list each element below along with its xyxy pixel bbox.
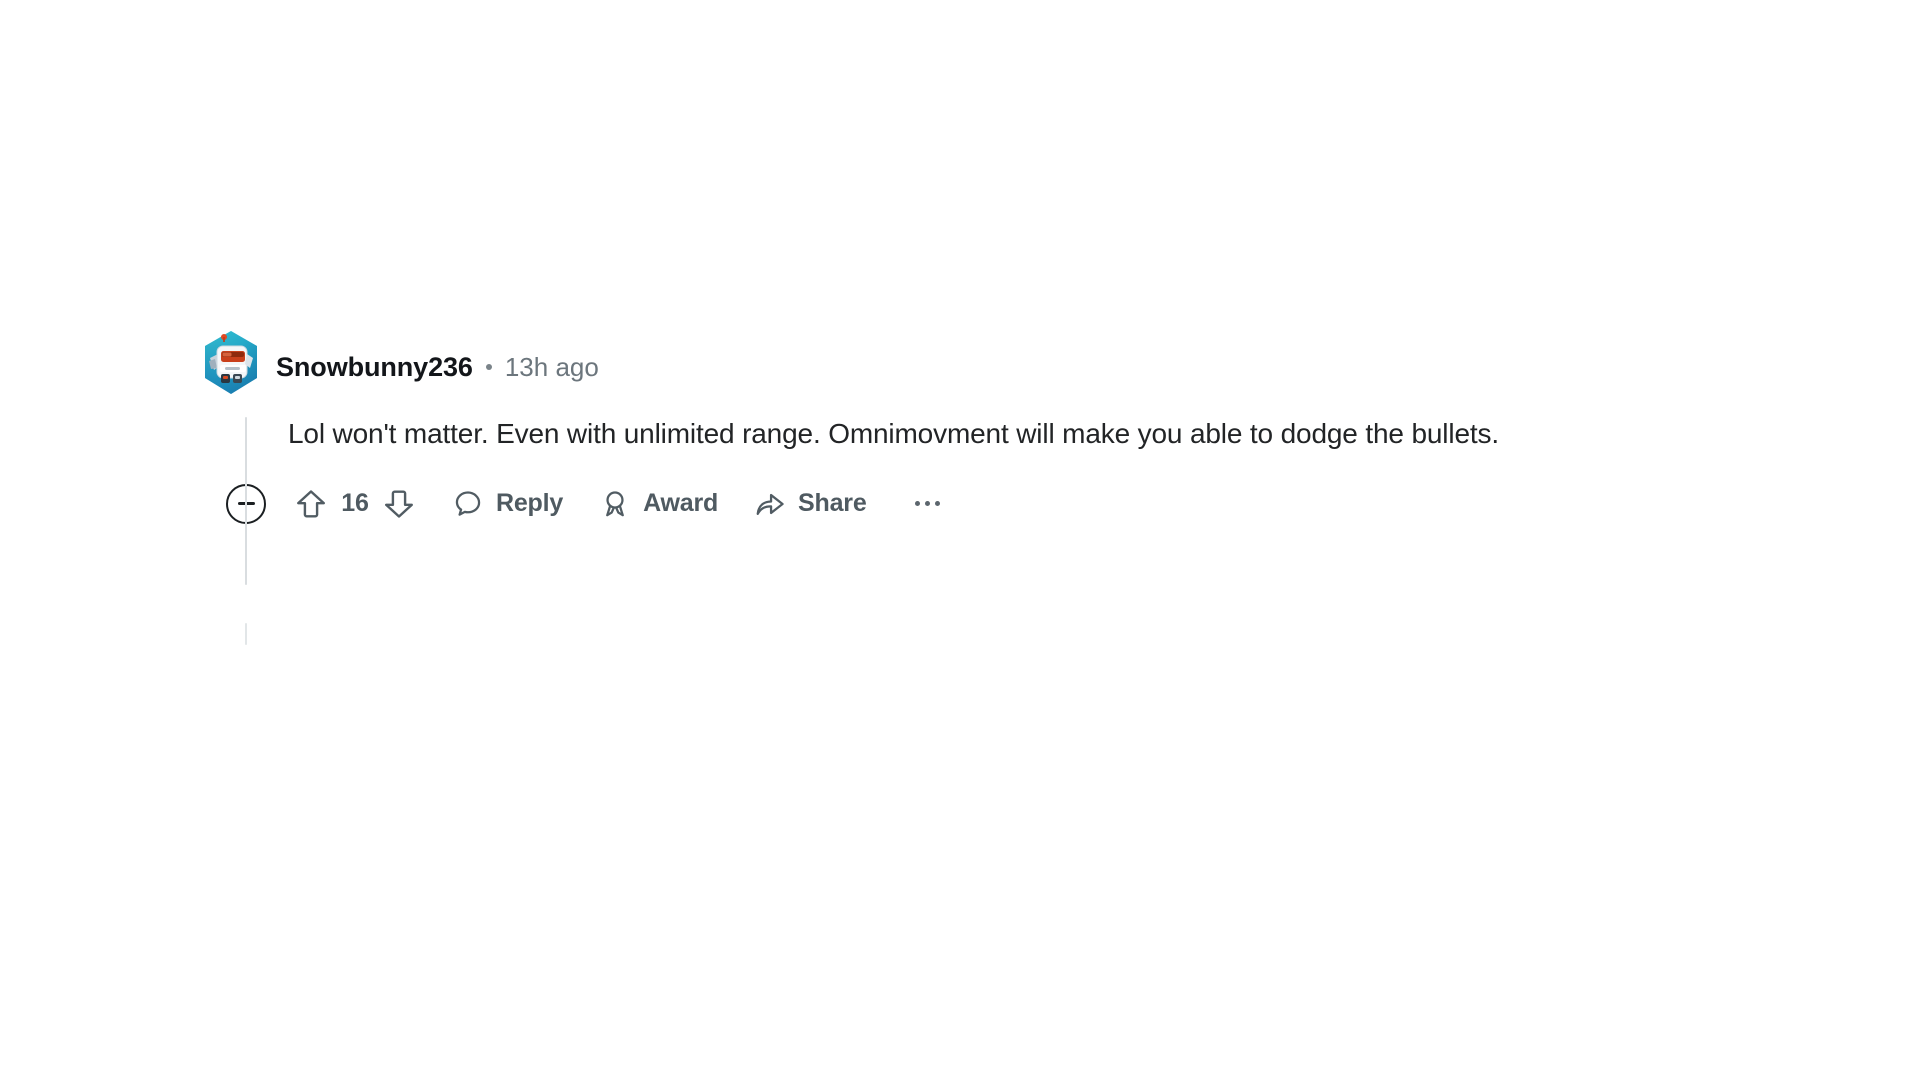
upvote-arrow-icon bbox=[297, 489, 325, 518]
comment-timestamp: 13h ago bbox=[504, 352, 599, 382]
share-label: Share bbox=[798, 489, 867, 518]
comment-body-text: Lol won't matter. Even with unlimited ra… bbox=[288, 418, 1499, 449]
reply-button[interactable]: Reply bbox=[452, 488, 563, 520]
thread-line[interactable] bbox=[245, 417, 247, 585]
award-button[interactable]: Award bbox=[599, 488, 718, 520]
comment-bubble-icon bbox=[455, 490, 481, 516]
ellipsis-icon bbox=[925, 501, 931, 507]
thread-line-stub bbox=[245, 623, 247, 645]
reply-label: Reply bbox=[496, 489, 564, 518]
award-medal-icon bbox=[606, 490, 624, 516]
upvote-button[interactable] bbox=[294, 487, 328, 521]
downvote-arrow-icon bbox=[385, 490, 413, 518]
reddit-snoo-avatar-icon bbox=[205, 331, 257, 394]
award-label: Award bbox=[643, 489, 719, 518]
vote-group: 16 bbox=[294, 487, 416, 521]
share-button[interactable]: Share bbox=[754, 488, 867, 520]
vote-count: 16 bbox=[341, 489, 369, 518]
comment-action-bar: 16 Reply Award Share bbox=[226, 482, 1720, 526]
meta-separator-dot bbox=[485, 364, 492, 370]
ellipsis-icon bbox=[935, 501, 941, 507]
comment-thread-item: Snowbunny236 13h ago Lol won't matter. E… bbox=[200, 331, 1720, 645]
comment-author[interactable]: Snowbunny236 bbox=[276, 353, 473, 381]
comment-page: Snowbunny236 13h ago Lol won't matter. E… bbox=[0, 0, 1920, 1080]
avatar[interactable] bbox=[200, 328, 262, 398]
more-options-button[interactable] bbox=[909, 495, 947, 512]
share-arrow-icon bbox=[756, 493, 784, 515]
ellipsis-icon bbox=[915, 501, 921, 507]
downvote-button[interactable] bbox=[382, 487, 416, 521]
comment-header: Snowbunny236 13h ago bbox=[200, 331, 1720, 394]
comment-meta: Snowbunny236 13h ago bbox=[276, 352, 599, 382]
